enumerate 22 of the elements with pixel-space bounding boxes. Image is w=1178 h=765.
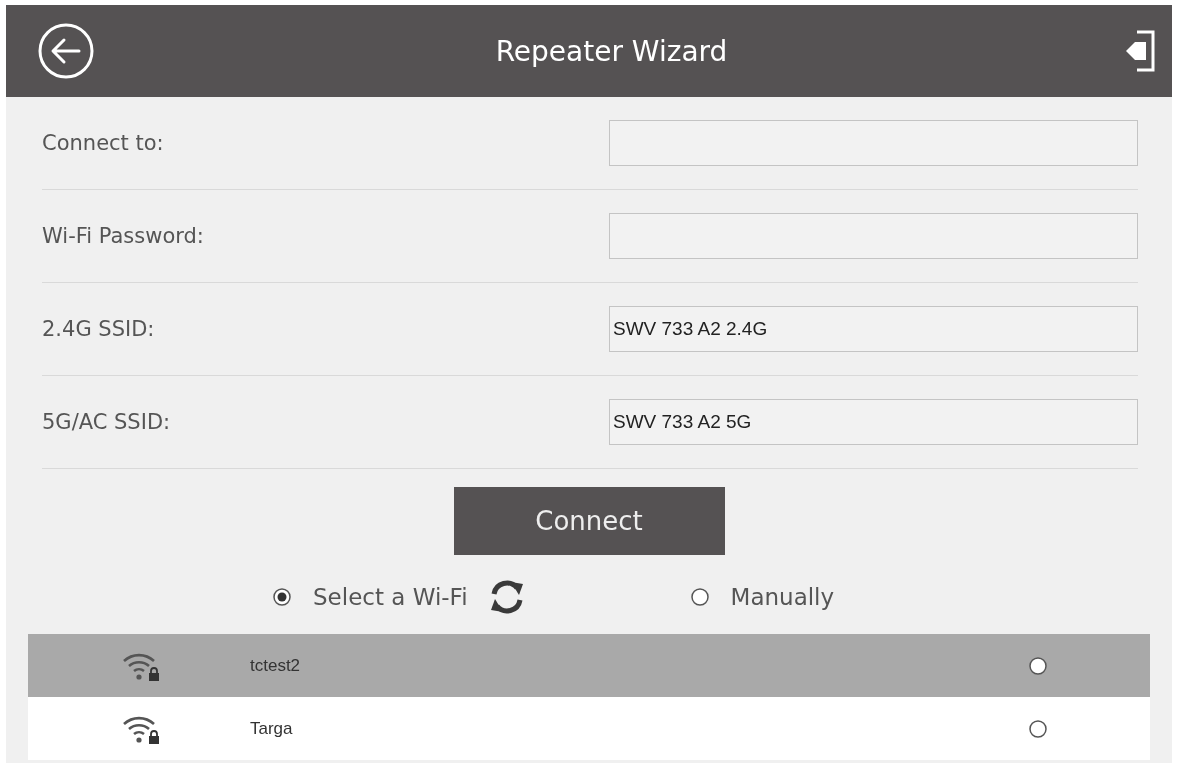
radio-option[interactable]: Select a Wi-Fi: [273, 584, 468, 610]
radio-icon[interactable]: [1029, 656, 1047, 675]
radio-icon[interactable]: [273, 588, 291, 606]
network-name: tctest2: [250, 655, 302, 676]
connect-button[interactable]: Connect: [453, 487, 725, 555]
network-row[interactable]: tctest2: [28, 634, 1150, 697]
radio-icon[interactable]: [1029, 719, 1047, 738]
text-field[interactable]: [609, 120, 1138, 166]
radio-option[interactable]: Manually: [690, 584, 835, 610]
radio-icon[interactable]: [690, 588, 709, 606]
door-arrow-icon[interactable]: [1125, 30, 1155, 72]
back-icon[interactable]: [38, 23, 94, 79]
field-label: 2.4G SSID:: [42, 317, 156, 341]
network-row[interactable]: Targa: [28, 697, 1150, 760]
window-title: Repeater Wizard: [495, 34, 728, 68]
text-field[interactable]: SWV 733 A2 2.4G: [609, 306, 1138, 352]
text-field[interactable]: [609, 213, 1138, 259]
field-label: 5G/AC SSID:: [42, 410, 172, 434]
text-field[interactable]: SWV 733 A2 5G: [609, 399, 1138, 445]
network-name: Targa: [250, 718, 294, 739]
field-label: Connect to:: [42, 131, 165, 155]
field-label: Wi-Fi Password:: [42, 224, 205, 248]
